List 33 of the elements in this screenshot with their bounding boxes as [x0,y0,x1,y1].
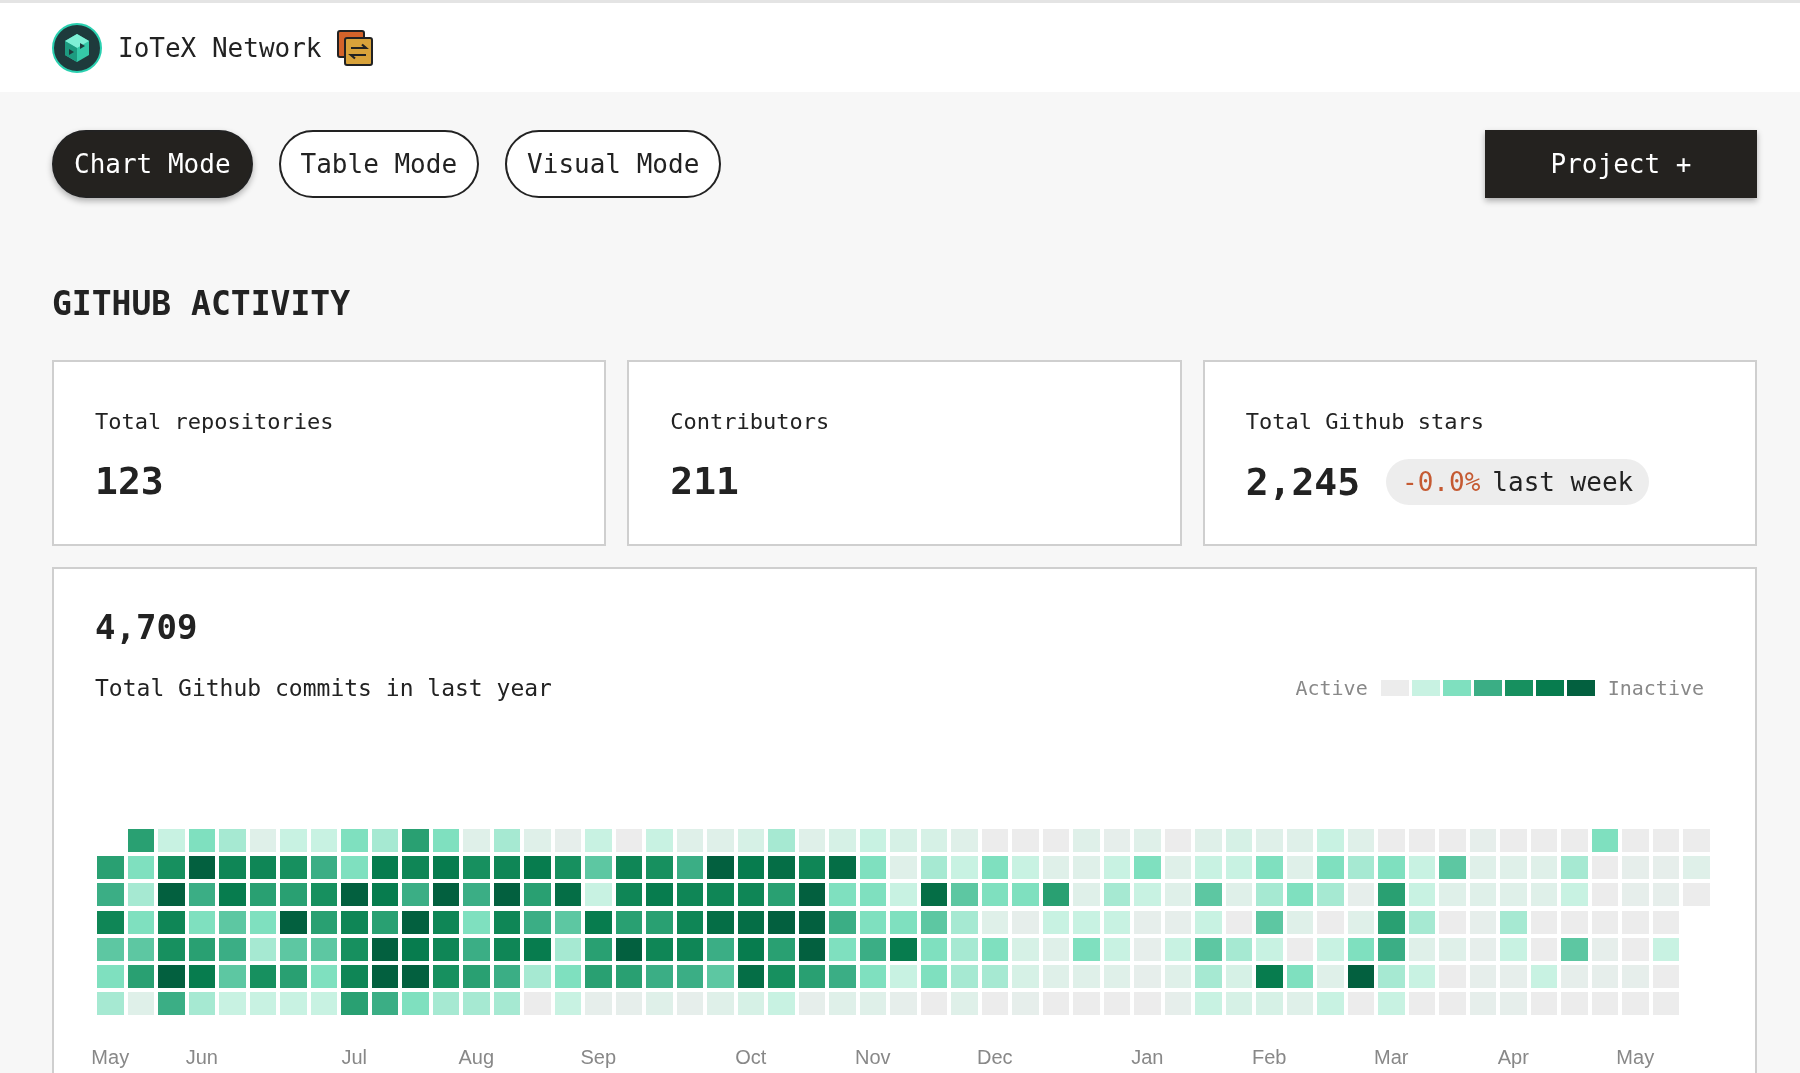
month-label: Oct [735,1046,767,1070]
commit-caption: Total Github commits in last year [95,675,553,701]
commit-total: 4,709 [95,607,199,649]
month-label: Sep [580,1046,617,1070]
stat-value: 123 [95,459,164,503]
project-title: IoTeX Network [118,32,322,63]
month-label: Feb [1252,1046,1287,1070]
section-title: GITHUB ACTIVITY [52,283,351,325]
stat-label: Total Github stars [1245,409,1486,436]
month-label: Aug [458,1046,495,1070]
logo-icon [52,22,102,73]
month-label: May [91,1046,130,1070]
swap-icon[interactable] [335,28,374,67]
change-period: last week [1492,467,1634,497]
month-label: Jun [185,1046,218,1070]
project-button[interactable]: Project + [1485,130,1757,198]
month-label: Jul [341,1046,368,1070]
stat-label: Total repositories [95,409,335,436]
mode-tab[interactable]: Chart Mode [52,130,253,198]
stat-value: 2,245 [1245,460,1361,504]
month-label: Nov [854,1046,891,1070]
month-label: May [1616,1046,1655,1070]
stat-value: 211 [670,459,739,503]
legend-label: Inactive [1607,676,1704,700]
stat-label: Contributors [670,409,831,436]
month-label: Dec [976,1046,1013,1070]
month-label: Mar [1374,1046,1409,1070]
legend-label: Active [1295,676,1368,700]
month-label: Jan [1131,1046,1164,1070]
mode-tab[interactable]: Table Mode [278,130,480,198]
change-value: -0.0% [1402,467,1481,497]
mode-tab[interactable]: Visual Mode [505,130,722,198]
month-label: Apr [1497,1046,1529,1070]
